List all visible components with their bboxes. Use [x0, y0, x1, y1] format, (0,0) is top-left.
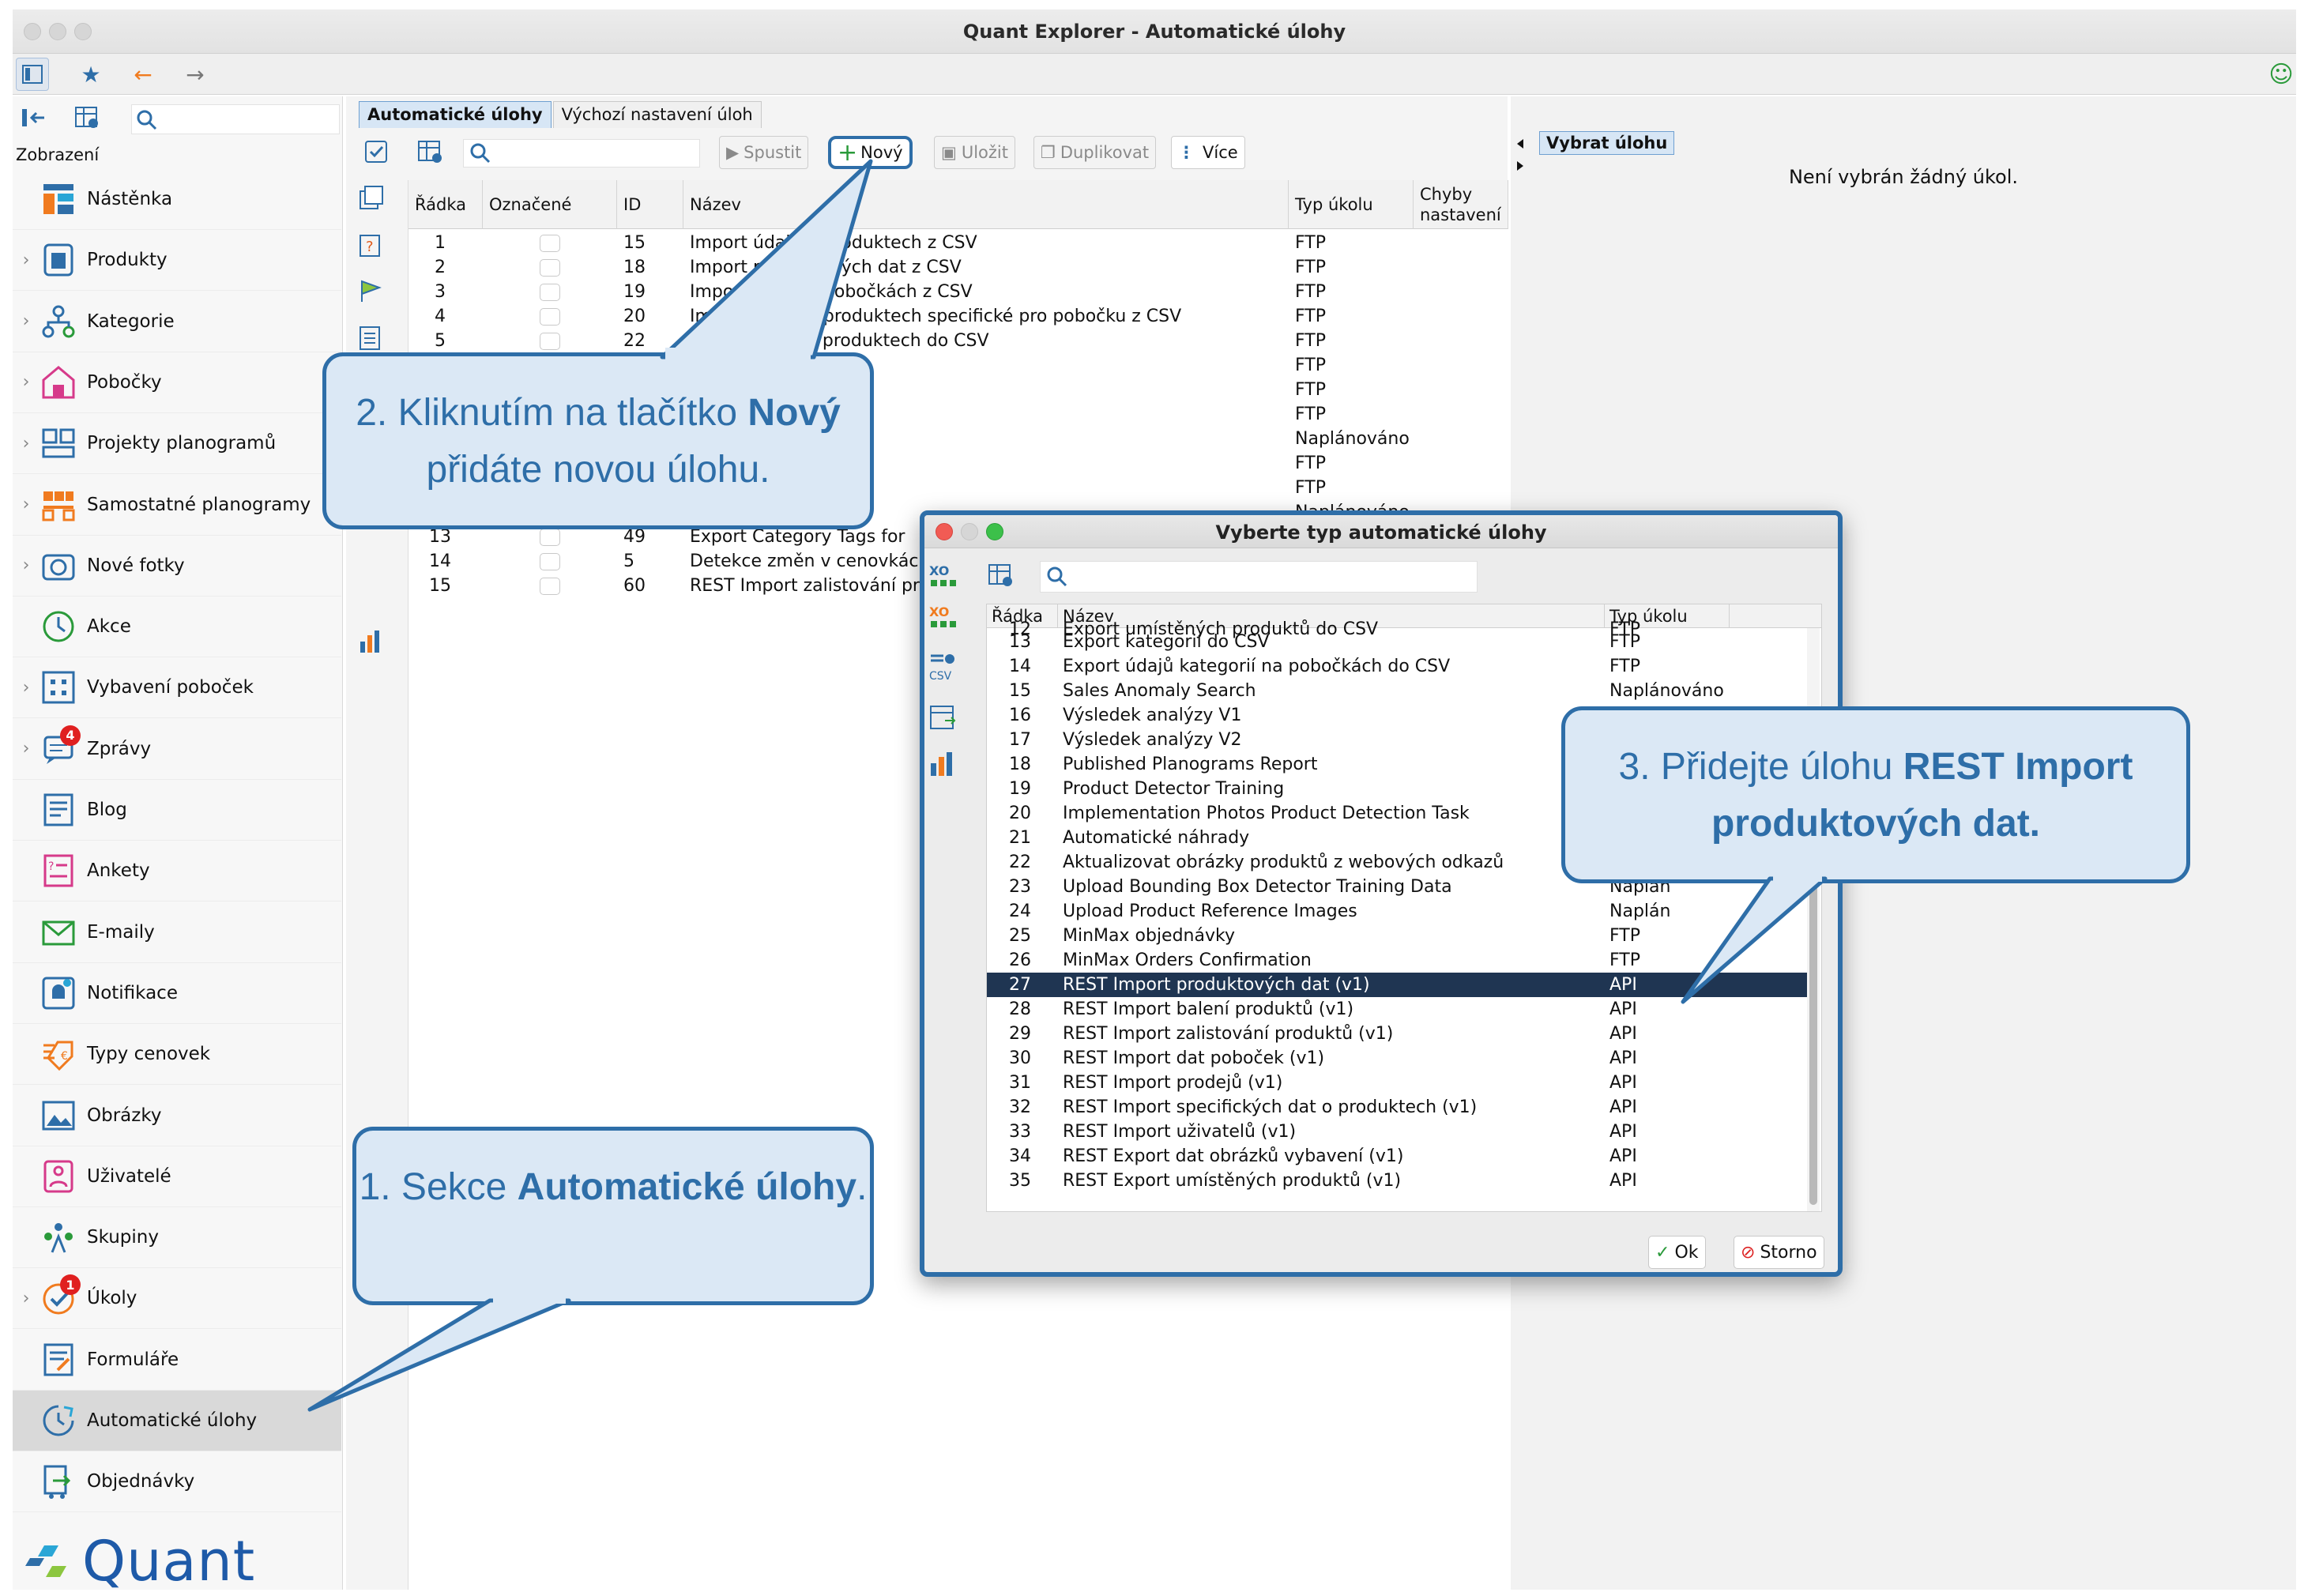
callout-1-pointer	[307, 1293, 571, 1412]
